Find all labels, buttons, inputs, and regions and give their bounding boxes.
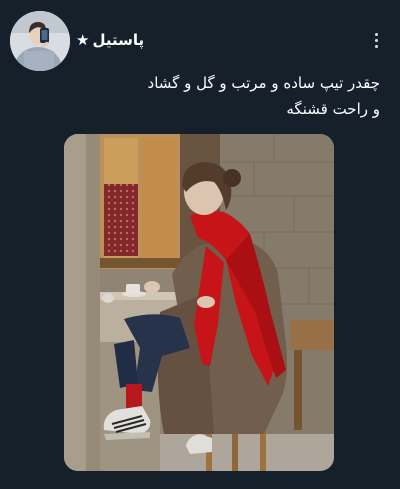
author-avatar[interactable]: [10, 11, 70, 71]
tweet-photo[interactable]: [64, 134, 334, 471]
author-display-name[interactable]: پاستیل: [92, 31, 144, 49]
tweet-card: ★ پاستیل چقدر تیپ ساده و مرتب و گل و گشا…: [0, 0, 400, 489]
star-emoji: ★: [76, 30, 90, 49]
more-vertical-icon: [374, 32, 378, 36]
avatar-photo-icon: [10, 11, 70, 71]
tweet-text: چقدر تیپ ساده و مرتب و گل و گشاد و راحت …: [80, 70, 380, 122]
author-name-row[interactable]: ★ پاستیل: [76, 29, 144, 51]
photo-woman-red-scarf: [64, 134, 334, 471]
more-options-button[interactable]: [366, 28, 386, 52]
tweet-text-line: و راحت قشنگه: [286, 100, 380, 118]
tweet-text-line: چقدر تیپ ساده و مرتب و گل و گشاد: [147, 74, 380, 92]
